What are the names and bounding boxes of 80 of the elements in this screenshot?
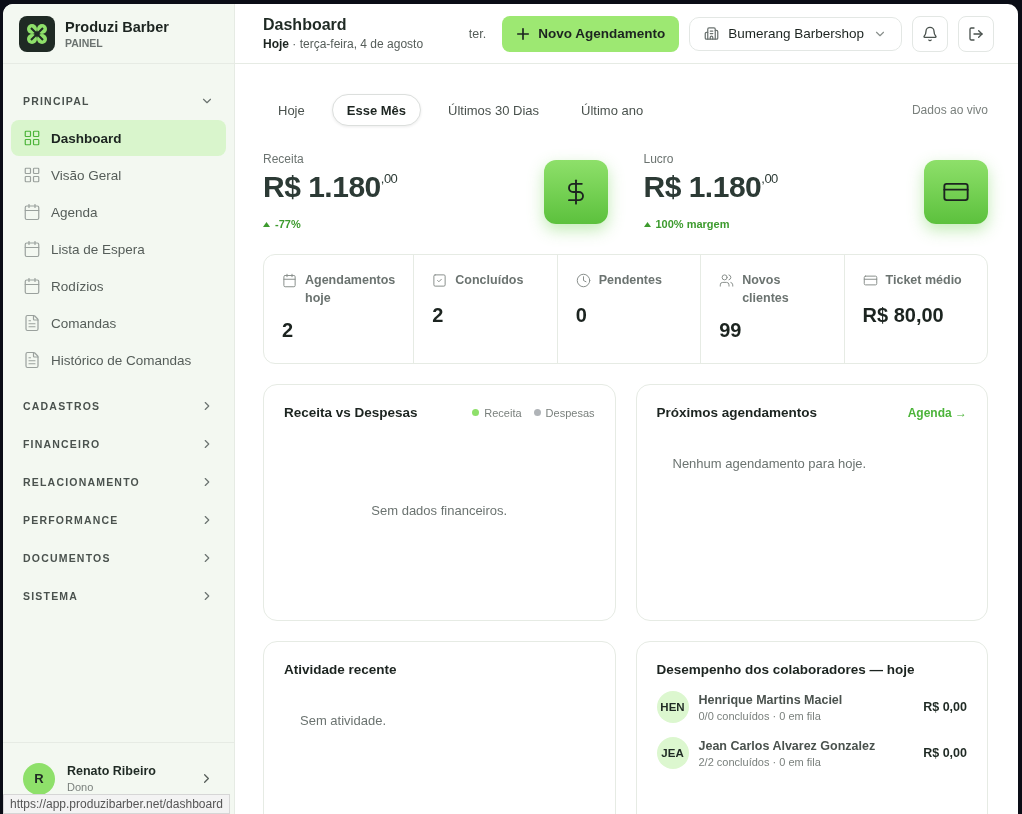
empty-message: Nenhum agendamento para hoje.	[672, 456, 868, 471]
sidebar-section-header[interactable]: PERFORMANCE	[11, 501, 226, 539]
stat-value: 99	[719, 319, 743, 342]
panel-title: Próximos agendamentos	[656, 405, 818, 420]
page-title: Dashboard	[263, 16, 348, 34]
page-date: Hoje · terça-feira, 4 de agosto	[263, 37, 424, 51]
building-icon	[704, 26, 720, 41]
logout-icon	[968, 25, 984, 42]
sidebar-section-header[interactable]: DOCUMENTOS	[11, 539, 226, 577]
sidebar-section-header[interactable]: SISTEMA	[11, 577, 226, 615]
grid-icon	[23, 166, 41, 184]
staff-name: Henrique Martins Maciel	[698, 692, 843, 707]
sidebar-item[interactable]: Rodízios	[11, 268, 226, 304]
sidebar-item[interactable]: Lista de Espera	[11, 231, 226, 267]
kpi-change: 100% margem	[655, 218, 730, 230]
period-tab[interactable]: Esse Mês	[331, 94, 421, 126]
calendar-icon	[23, 240, 41, 258]
short-date: ter.	[468, 26, 487, 41]
sidebar-item[interactable]: Histórico de Comandas	[11, 342, 226, 378]
live-label: Dados ao vivo	[911, 103, 988, 117]
staff-amount: R$ 0,00	[923, 746, 967, 760]
staff-detail: 2/2 concluídos · 0 em fila	[698, 755, 822, 768]
calendar-icon	[23, 203, 41, 221]
legend-label: Receita	[484, 406, 522, 419]
brand-name: Produzi Barber	[65, 18, 169, 35]
new-appointment-button[interactable]: Novo Agendamento	[502, 15, 680, 52]
logo-icon	[19, 15, 55, 52]
sidebar-item[interactable]: Agenda	[11, 194, 226, 230]
panel-title: Desempenho dos colaboradores — hoje	[656, 662, 915, 677]
stat-value: 0	[575, 304, 588, 327]
stat-value: 2	[282, 319, 295, 342]
kpi-value: R$ 1.180$^{,00}$	[643, 170, 778, 204]
status-bar-url: https://app.produzibarber.net/dashboard	[3, 794, 230, 814]
grid-icon	[23, 129, 41, 147]
sidebar-section-header[interactable]: CADASTROS	[11, 387, 226, 425]
empty-message: Sem dados financeiros.	[371, 502, 508, 518]
document-icon	[23, 351, 41, 369]
sidebar-section-header[interactable]: RELACIONAMENTO	[11, 463, 226, 501]
stat-label: Pendentes	[598, 272, 662, 289]
sidebar-section-header[interactable]: FINANCEIRO	[11, 425, 226, 463]
kpi-change: -77%	[275, 218, 301, 230]
logout-button[interactable]	[958, 15, 994, 52]
sidebar-item[interactable]: Visão Geral	[11, 157, 226, 193]
checkbox-icon	[432, 273, 448, 288]
stat-label: Ticket médio	[885, 272, 962, 289]
bell-icon	[922, 25, 938, 42]
staff-detail: 0/0 concluídos · 0 em fila	[698, 709, 822, 722]
document-icon	[23, 314, 41, 332]
stat-label: Concluídos	[455, 272, 524, 289]
sidebar-section-header[interactable]: PRINCIPAL	[11, 82, 226, 120]
staff-avatar: JEA	[656, 737, 689, 769]
stat-label: Novos clientes	[742, 272, 790, 307]
staff-amount: R$ 0,00	[923, 700, 967, 714]
card-icon	[862, 273, 878, 288]
sidebar-item[interactable]: Dashboard	[11, 120, 226, 156]
calendar-icon	[23, 277, 41, 295]
shop-selector[interactable]: Bumerang Barbershop	[689, 16, 902, 51]
kpi-label: Receita	[263, 152, 305, 166]
kpi-label: Lucro	[643, 152, 675, 166]
panel-title: Receita vs Despesas	[284, 405, 418, 420]
up-triangle-icon	[643, 221, 651, 227]
staff-name: Jean Carlos Alvarez Gonzalez	[698, 738, 876, 753]
up-triangle-icon	[263, 221, 270, 227]
panel-title: Atividade recente	[284, 662, 397, 677]
staff-avatar: HEN	[656, 691, 689, 723]
kpi-value: R$ 1.180$^{,00}$	[263, 170, 398, 204]
stat-label: Agendamentos hoje	[305, 272, 396, 307]
calendar-icon	[282, 273, 297, 288]
user-role: Dono	[67, 781, 95, 793]
sidebar-item[interactable]: Comandas	[11, 305, 226, 341]
notifications-button[interactable]	[912, 15, 948, 52]
brand-subtitle: PAINEL	[65, 36, 104, 49]
clock-icon	[575, 273, 591, 288]
user-avatar: R	[23, 762, 55, 795]
legend-label: Despesas	[545, 406, 595, 419]
user-name: Renato Ribeiro	[67, 764, 156, 778]
stat-value: 2	[432, 304, 445, 327]
stat-value: R$ 80,00	[862, 304, 945, 327]
empty-message: Sem atividade.	[300, 713, 387, 728]
users-icon	[719, 273, 735, 288]
